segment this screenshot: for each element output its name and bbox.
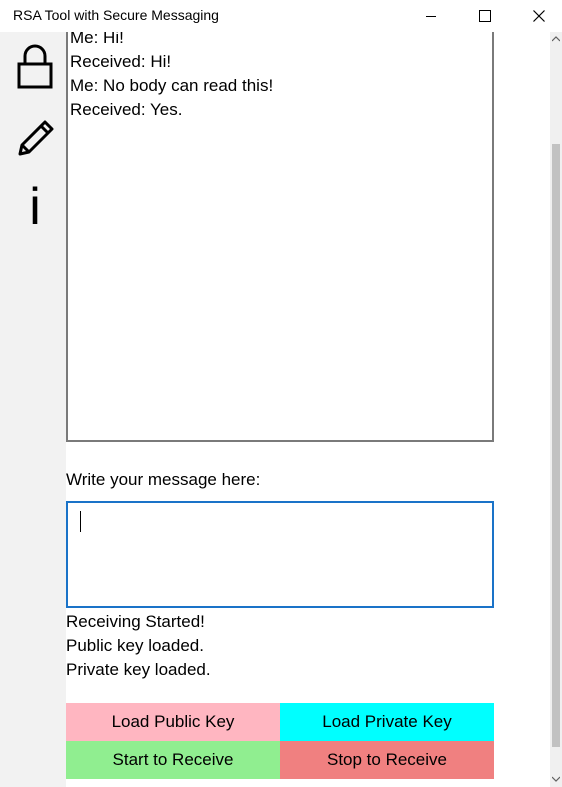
stop-receive-button[interactable]: Stop to Receive [280, 741, 494, 779]
close-icon [533, 10, 545, 22]
chat-line: Me: No body can read this! [70, 76, 274, 95]
sidebar-item-info[interactable]: i [12, 178, 58, 236]
chat-line: Me: Hi! [70, 32, 124, 47]
window-title: RSA Tool with Secure Messaging [13, 7, 219, 23]
chat-line: Received: Yes. [70, 100, 183, 119]
sidebar: i [0, 32, 66, 787]
load-private-key-button[interactable]: Load Private Key [280, 703, 494, 741]
minimize-button[interactable] [408, 0, 454, 32]
maximize-icon [479, 10, 491, 22]
close-button[interactable] [516, 0, 562, 32]
load-public-key-button[interactable]: Load Public Key [66, 703, 280, 741]
scroll-down-icon[interactable] [551, 774, 561, 784]
start-receive-button[interactable]: Start to Receive [66, 741, 280, 779]
compose-label: Write your message here: [66, 470, 261, 489]
info-icon: i [29, 178, 41, 236]
status-line: Receiving Started! [66, 612, 205, 631]
text-caret [80, 511, 81, 532]
maximize-button[interactable] [462, 0, 508, 32]
chat-line: Received: Hi! [70, 52, 172, 71]
message-input[interactable] [66, 501, 494, 608]
sidebar-item-messaging[interactable] [12, 116, 58, 162]
sidebar-item-encryption[interactable] [12, 44, 58, 90]
status-line: Public key loaded. [66, 636, 204, 655]
status-line: Private key loaded. [66, 660, 211, 679]
chat-log[interactable]: Me: Hi! Received: Hi! Me: No body can re… [66, 32, 494, 442]
scroll-up-icon[interactable] [551, 34, 561, 44]
lock-icon [17, 44, 53, 89]
pencil-icon [18, 120, 54, 156]
minimize-icon [426, 16, 436, 17]
main-content: Me: Hi! Received: Hi! Me: No body can re… [66, 32, 550, 787]
status-log: Receiving Started! Public key loaded. Pr… [66, 610, 211, 682]
scrollbar-thumb[interactable] [552, 144, 560, 747]
title-bar: RSA Tool with Secure Messaging [0, 0, 562, 32]
vertical-scrollbar[interactable] [550, 32, 562, 787]
